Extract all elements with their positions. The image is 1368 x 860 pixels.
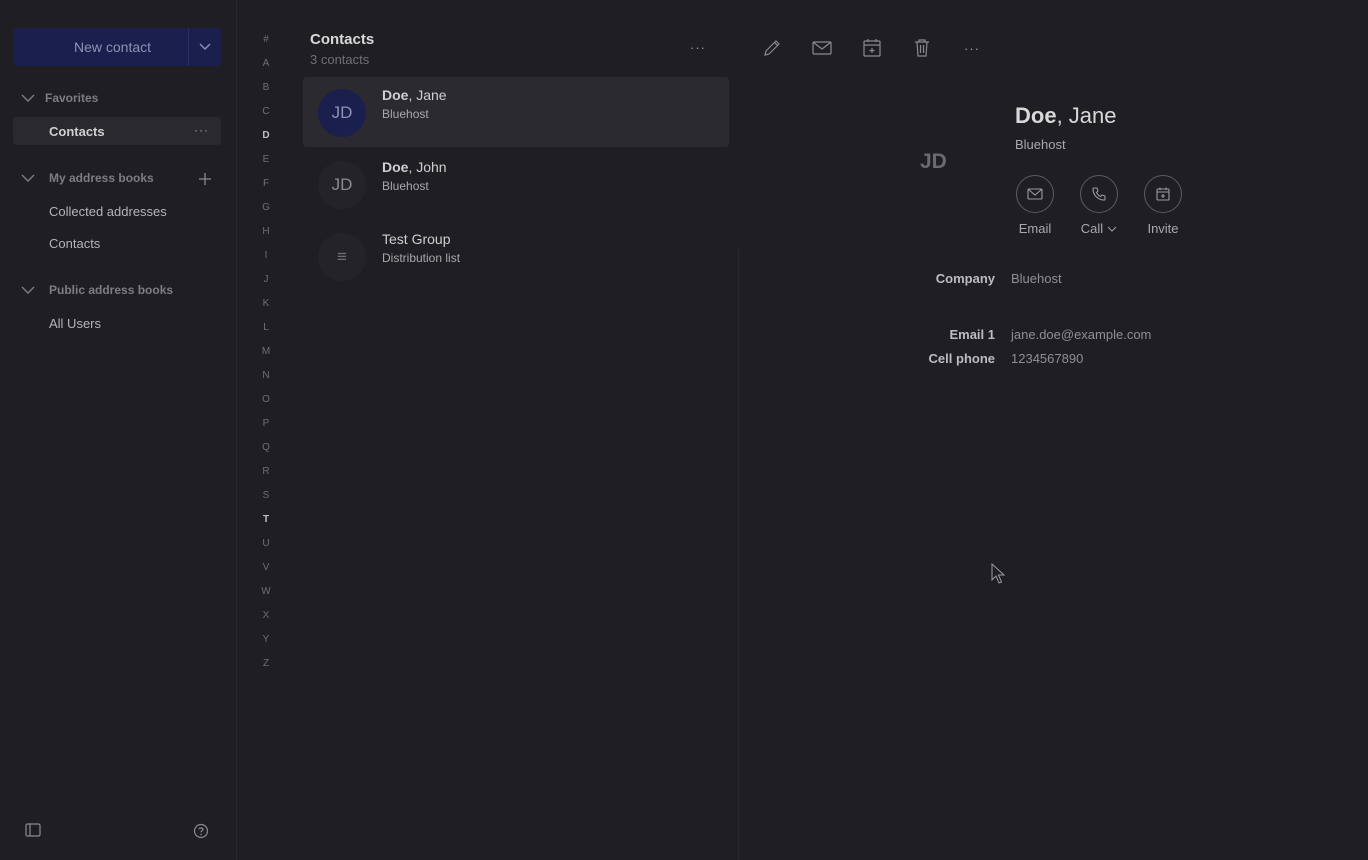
alpha-index-letter[interactable]: S — [254, 488, 278, 512]
contact-company: Bluehost — [382, 107, 429, 121]
email-action-button[interactable]: Email — [1005, 175, 1065, 236]
mail-icon[interactable] — [811, 37, 833, 59]
public-address-books-header[interactable]: Public address books — [21, 283, 173, 297]
alpha-index-letter[interactable]: L — [254, 320, 278, 344]
phone-link[interactable]: 1234567890 — [1011, 351, 1083, 366]
alpha-index-letter[interactable]: W — [254, 584, 278, 608]
alphabet-index: # A B C D E F G H I J K L M N O P Q R S T U V W X Y Z — [254, 32, 278, 680]
alpha-index-letter[interactable]: A — [254, 56, 278, 80]
sidebar-item-favorite-contacts[interactable]: Contacts ··· — [13, 117, 221, 145]
chevron-down-icon[interactable] — [1107, 226, 1117, 232]
alpha-index-letter[interactable]: N — [254, 368, 278, 392]
alpha-index-letter[interactable]: P — [254, 416, 278, 440]
plus-icon[interactable] — [198, 172, 212, 186]
contact-row[interactable]: ≡ Test Group Distribution list — [303, 221, 729, 291]
public-address-books-title: Public address books — [49, 283, 174, 297]
contact-row[interactable]: JD Doe, Jane Bluehost — [303, 77, 729, 147]
alpha-index-letter[interactable]: V — [254, 560, 278, 584]
more-icon[interactable]: ··· — [690, 40, 706, 55]
chevron-down-icon — [21, 174, 35, 182]
calendar-add-icon[interactable] — [861, 37, 883, 59]
help-icon[interactable] — [193, 823, 209, 839]
sidebar-item-collected-addresses[interactable]: Collected addresses — [49, 204, 167, 219]
alpha-index-letter[interactable]: O — [254, 392, 278, 416]
panel-toggle-icon[interactable] — [25, 823, 41, 837]
more-icon[interactable]: ··· — [194, 123, 209, 137]
contact-name: Test Group — [382, 231, 451, 247]
alpha-index-letter[interactable]: C — [254, 104, 278, 128]
chevron-down-icon[interactable] — [189, 43, 221, 51]
my-address-books-title: My address books — [49, 171, 154, 185]
detail-name: Doe, Jane — [1015, 103, 1117, 128]
cursor-icon — [991, 563, 1005, 584]
email-link[interactable]: jane.doe@example.com — [1011, 327, 1151, 342]
invite-action-button[interactable]: Invite — [1133, 175, 1193, 236]
alpha-index-letter[interactable]: # — [254, 32, 278, 56]
new-contact-button[interactable]: New contact — [13, 28, 221, 66]
field-label: Email 1 — [949, 327, 995, 342]
list-group-icon: ≡ — [318, 233, 366, 281]
calendar-add-icon — [1144, 175, 1182, 213]
sidebar: New contact Favorites Contacts ··· My ad… — [0, 0, 236, 860]
more-icon[interactable]: ··· — [961, 37, 983, 59]
sidebar-item-all-users[interactable]: All Users — [49, 316, 101, 331]
alpha-index-letter[interactable]: H — [254, 224, 278, 248]
mail-icon — [1016, 175, 1054, 213]
favorites-header[interactable]: Favorites — [21, 91, 98, 105]
alpha-index-letter[interactable]: Y — [254, 632, 278, 656]
my-address-books-header[interactable]: My address books — [21, 171, 221, 185]
alpha-index-letter[interactable]: M — [254, 344, 278, 368]
pencil-icon[interactable] — [761, 37, 783, 59]
alpha-index-letter[interactable]: D — [254, 128, 278, 152]
field-label: Company — [935, 271, 995, 286]
alpha-index-letter[interactable]: U — [254, 536, 278, 560]
alpha-index-letter[interactable]: K — [254, 296, 278, 320]
invite-action-label: Invite — [1147, 221, 1179, 236]
list-title: Contacts — [310, 31, 375, 48]
phone-icon — [1080, 175, 1118, 213]
favorites-title: Favorites — [45, 91, 99, 105]
alpha-index-letter[interactable]: B — [254, 80, 278, 104]
contact-company: Bluehost — [382, 179, 429, 193]
field-value: Bluehost — [1011, 271, 1062, 286]
contact-count: 3 contacts — [310, 52, 370, 67]
contact-name: Doe, John — [382, 159, 447, 175]
alpha-index-letter[interactable]: F — [254, 176, 278, 200]
detail-avatar: JD — [920, 150, 947, 173]
alpha-index-letter[interactable]: Q — [254, 440, 278, 464]
field-label: Cell phone — [928, 351, 995, 366]
alpha-index-letter[interactable]: I — [254, 248, 278, 272]
call-action-button[interactable]: Call — [1069, 175, 1129, 236]
new-contact-label: New contact — [73, 39, 152, 55]
avatar: JD — [318, 89, 366, 137]
detail-company: Bluehost — [1015, 137, 1066, 152]
alpha-index-letter[interactable]: X — [254, 608, 278, 632]
chevron-down-icon — [21, 286, 35, 294]
sidebar-item-contacts[interactable]: Contacts — [49, 236, 100, 251]
avatar: JD — [318, 161, 366, 209]
contact-name: Doe, Jane — [382, 87, 447, 103]
alpha-index-letter[interactable]: T — [254, 512, 278, 536]
alpha-index-letter[interactable]: R — [254, 464, 278, 488]
alpha-index-letter[interactable]: G — [254, 200, 278, 224]
alpha-index-letter[interactable]: E — [254, 152, 278, 176]
contact-type: Distribution list — [382, 251, 461, 265]
email-action-label: Email — [1018, 221, 1052, 236]
chevron-down-icon — [21, 94, 35, 102]
contact-row[interactable]: JD Doe, John Bluehost — [303, 149, 729, 219]
alpha-index-letter[interactable]: J — [254, 272, 278, 296]
call-action-label: Call — [1080, 221, 1104, 236]
alpha-index-letter[interactable]: Z — [254, 656, 278, 680]
sidebar-item-label: Contacts — [49, 124, 105, 139]
trash-icon[interactable] — [911, 37, 933, 59]
